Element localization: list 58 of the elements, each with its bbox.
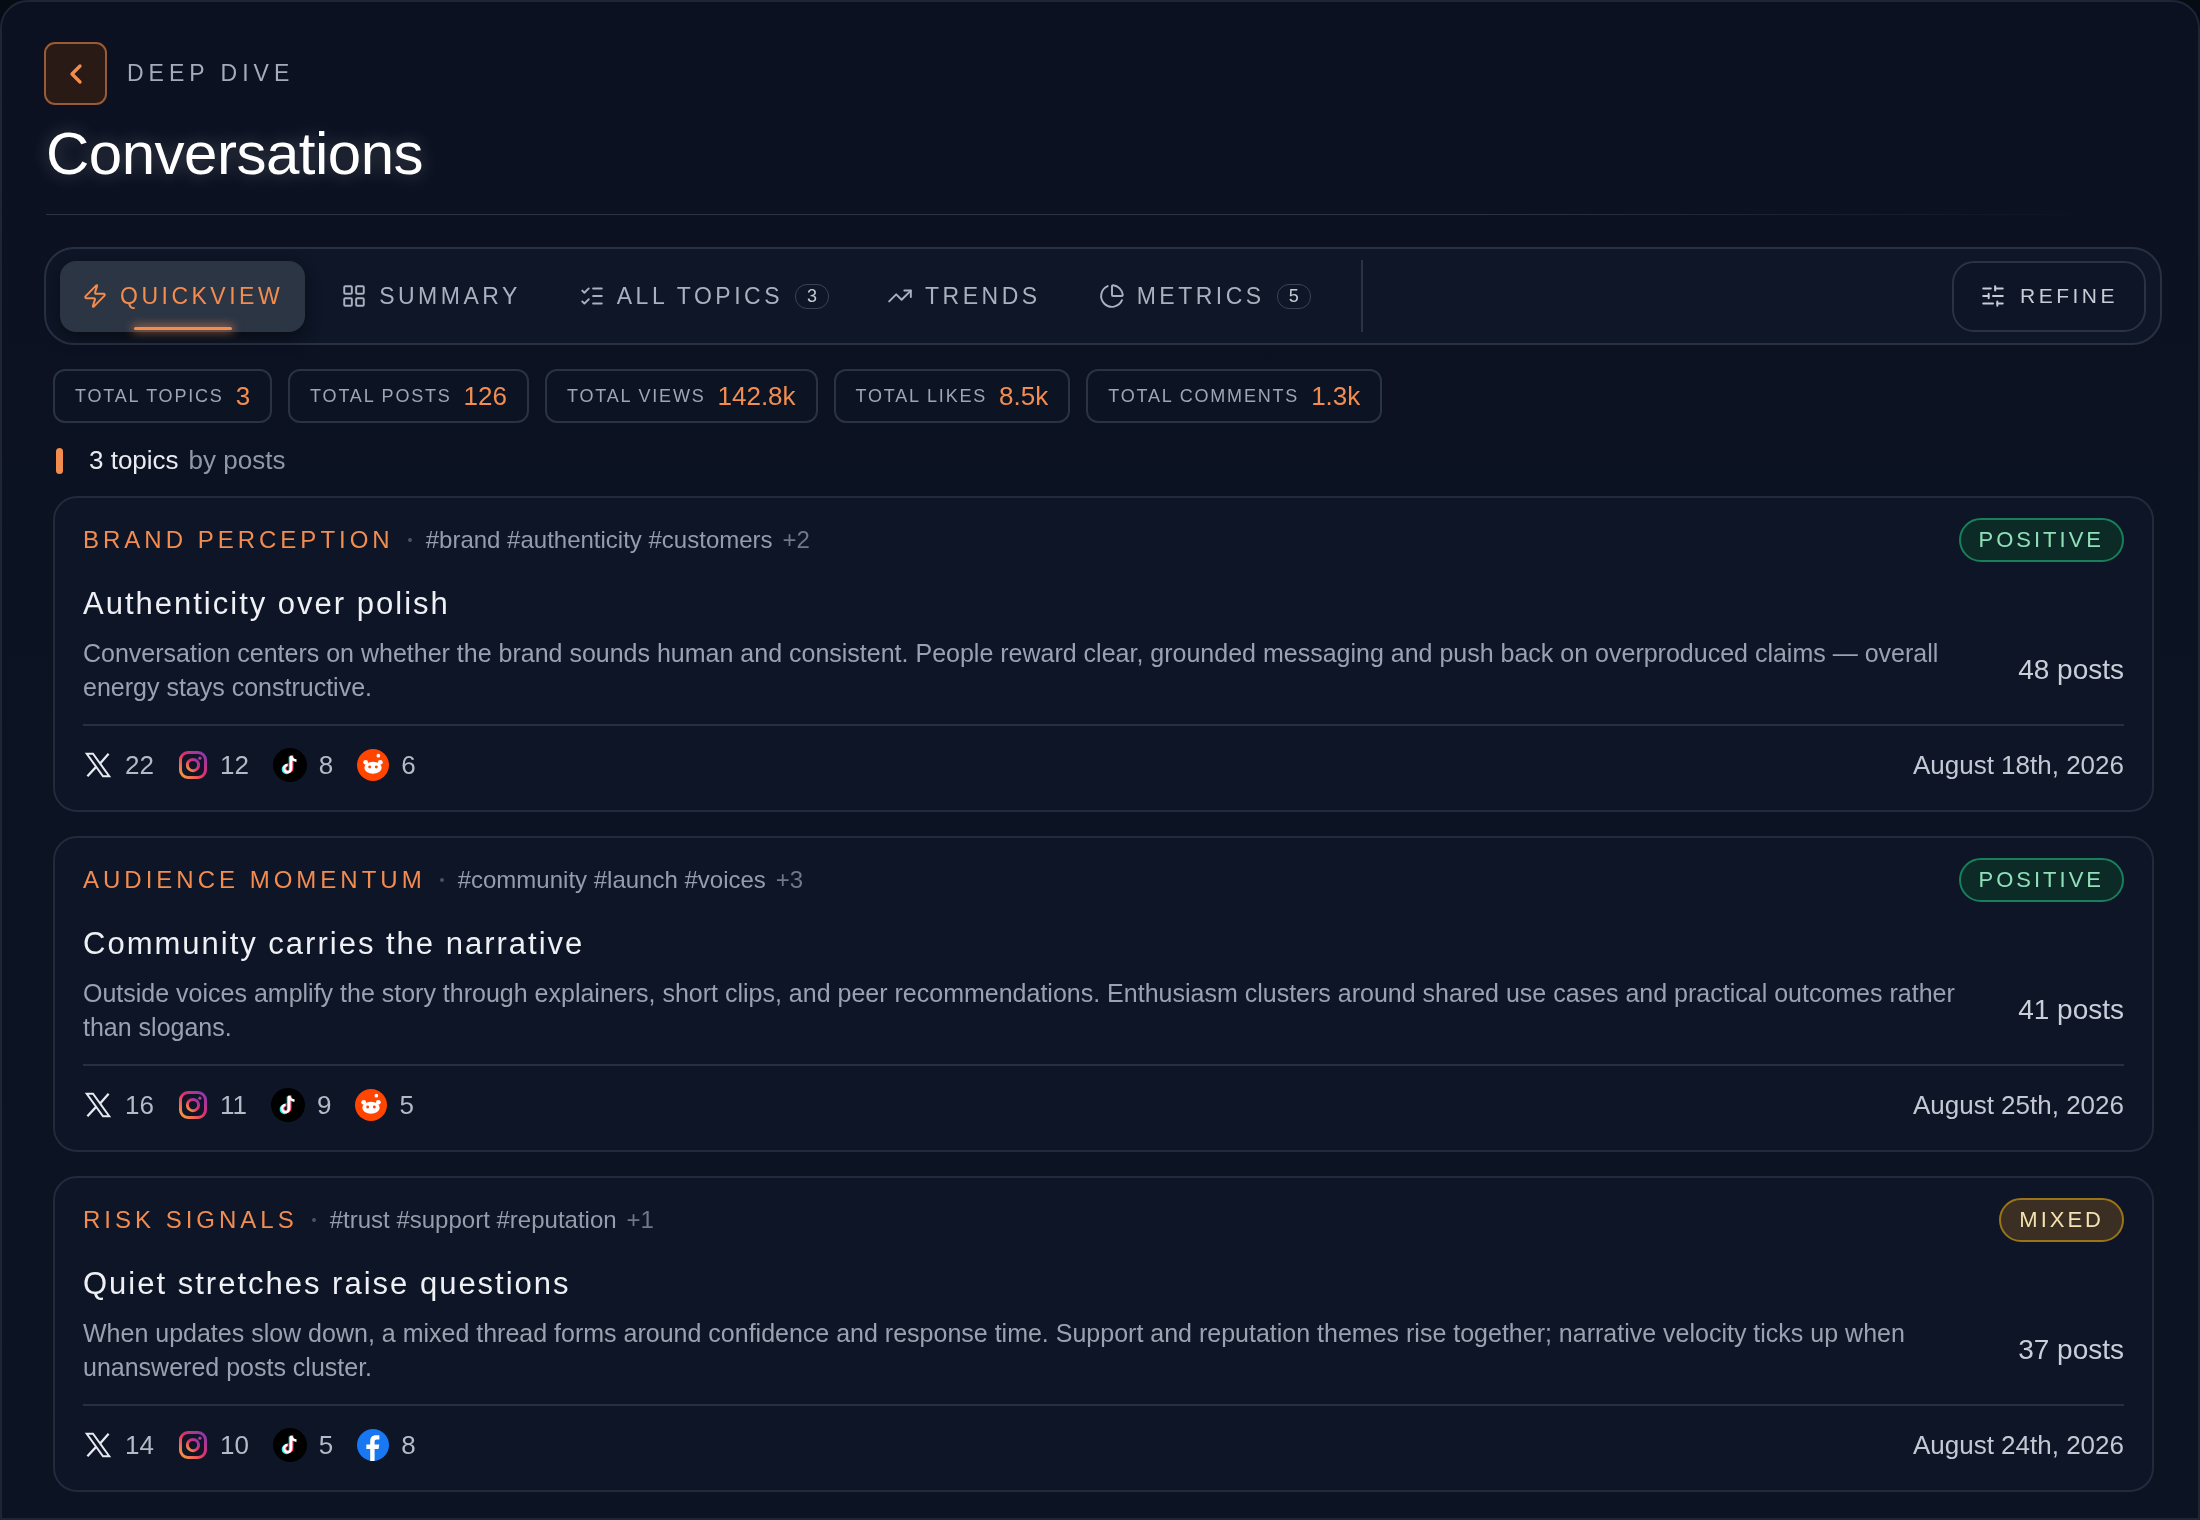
platform-count: 10: [219, 1429, 249, 1461]
stat-value: 8.5k: [999, 380, 1049, 412]
topic-description: When updates slow down, a mixed thread forms around confidence and response time. Support and reputation themes rise together; narrative velocity ticks up when unanswered posts cluster.: [83, 1318, 1906, 1383]
stat-label: TOTAL POSTS: [310, 385, 452, 407]
topic-title: Quiet stretches raise questions: [83, 1266, 572, 1302]
stat-label: TOTAL LIKES: [855, 385, 988, 407]
topic-category: BRAND PERCEPTION: [83, 526, 394, 554]
topic-category: RISK SIGNALS: [83, 1206, 298, 1234]
refine-button[interactable]: REFINE: [1952, 260, 2146, 332]
platform-count: 12: [219, 749, 249, 781]
stat-label: TOTAL TOPICS: [75, 385, 224, 407]
sort-label: by posts: [188, 445, 286, 476]
platform-count: 9: [316, 1089, 332, 1121]
platform-count: 22: [125, 749, 154, 781]
sentiment-badge: POSITIVE: [1958, 858, 2124, 902]
platform-count: 8: [401, 1429, 416, 1461]
platform-count: 11: [219, 1089, 247, 1121]
platform-count: 16: [125, 1089, 154, 1121]
tab[interactable]: ALL TOPICS 3: [556, 260, 852, 332]
tab[interactable]: METRICS 5: [1076, 260, 1333, 332]
tab-count: 3: [795, 283, 830, 309]
topic-date: August 24th, 2026: [1912, 1429, 2124, 1461]
tab[interactable]: QUICKVIEW: [60, 260, 306, 332]
topic-tags: #trust #support #reputation: [329, 1206, 617, 1234]
sentiment-badge: MIXED: [1999, 1198, 2124, 1242]
page-title: Conversations: [46, 119, 424, 188]
topic-category: AUDIENCE MOMENTUM: [83, 866, 426, 894]
tab[interactable]: TRENDS: [865, 260, 1063, 332]
platform-count: 6: [401, 749, 416, 781]
stat-label: TOTAL COMMENTS: [1108, 385, 1300, 407]
stat-label: TOTAL VIEWS: [567, 385, 706, 407]
platform-count: 8: [318, 749, 334, 781]
topic-title: Community carries the narrative: [83, 926, 586, 962]
more-tags-count: +2: [782, 526, 810, 554]
stat-value: 3: [235, 380, 251, 412]
more-tags-count: +1: [626, 1206, 654, 1234]
stat-value: 126: [463, 380, 507, 412]
more-tags-count: +3: [775, 866, 804, 894]
topic-date: August 18th, 2026: [1912, 749, 2124, 781]
stat-value: 142.8k: [717, 380, 796, 412]
stat-value: 1.3k: [1311, 380, 1361, 412]
tab[interactable]: SUMMARY: [319, 260, 543, 332]
topic-tags: #brand #authenticity #customers: [425, 526, 773, 554]
sentiment-badge: POSITIVE: [1958, 518, 2124, 562]
platform-count: 5: [399, 1089, 414, 1121]
platform-count: 14: [125, 1429, 154, 1461]
post-count: 48 posts: [2018, 654, 2124, 686]
breadcrumb-label: DEEP DIVE: [127, 60, 295, 87]
topic-date: August 25th, 2026: [1912, 1089, 2124, 1121]
topic-title: Authenticity over polish: [83, 586, 451, 622]
topic-tags: #community #launch #voices: [457, 866, 766, 894]
tab-count: 5: [1276, 283, 1311, 309]
topic-count: 3 topics: [89, 445, 179, 476]
topic-description: Conversation centers on whether the brand sounds human and consistent. People reward clear, grounded messaging and push back on overproduced claims — overall energy stays constructive.: [83, 638, 1940, 703]
platform-count: 5: [318, 1429, 334, 1461]
topic-description: Outside voices amplify the story through explainers, short clips, and peer recommendations. Enthusiasm clusters around shared use cases and practical outcomes rather than slogans.: [83, 978, 1956, 1043]
post-count: 41 posts: [2018, 994, 2124, 1026]
post-count: 37 posts: [2018, 1334, 2124, 1366]
